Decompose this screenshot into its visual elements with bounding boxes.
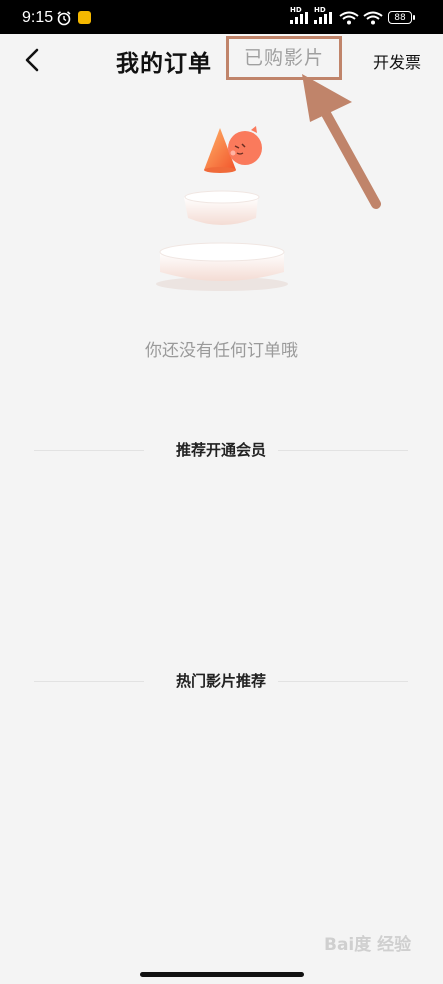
- section-hot-movies: 热门影片推荐: [34, 671, 408, 691]
- alarm-icon: [57, 11, 71, 26]
- home-indicator[interactable]: [140, 972, 304, 977]
- empty-orders-message: 你还没有任何订单哦: [145, 341, 298, 361]
- divider: [278, 450, 408, 451]
- app-notification-icon: [78, 11, 91, 24]
- empty-state-illustration: [156, 126, 288, 291]
- signal-icon: [290, 12, 308, 24]
- wifi-icon: [339, 11, 359, 25]
- status-bar: 9:15 HD HD 88: [0, 0, 443, 34]
- back-arrow-icon[interactable]: [22, 48, 44, 72]
- annotation-arrow: [302, 74, 381, 209]
- status-time: 9:15: [22, 9, 54, 26]
- battery-icon: 88: [388, 11, 415, 24]
- divider: [278, 681, 408, 682]
- signal-icon: [314, 12, 332, 24]
- wifi-icon: [363, 11, 383, 25]
- section-membership-recommend: 推荐开通会员: [34, 440, 408, 460]
- page-title: 我的订单: [116, 51, 212, 77]
- watermark: Bai度 经验: [324, 935, 412, 955]
